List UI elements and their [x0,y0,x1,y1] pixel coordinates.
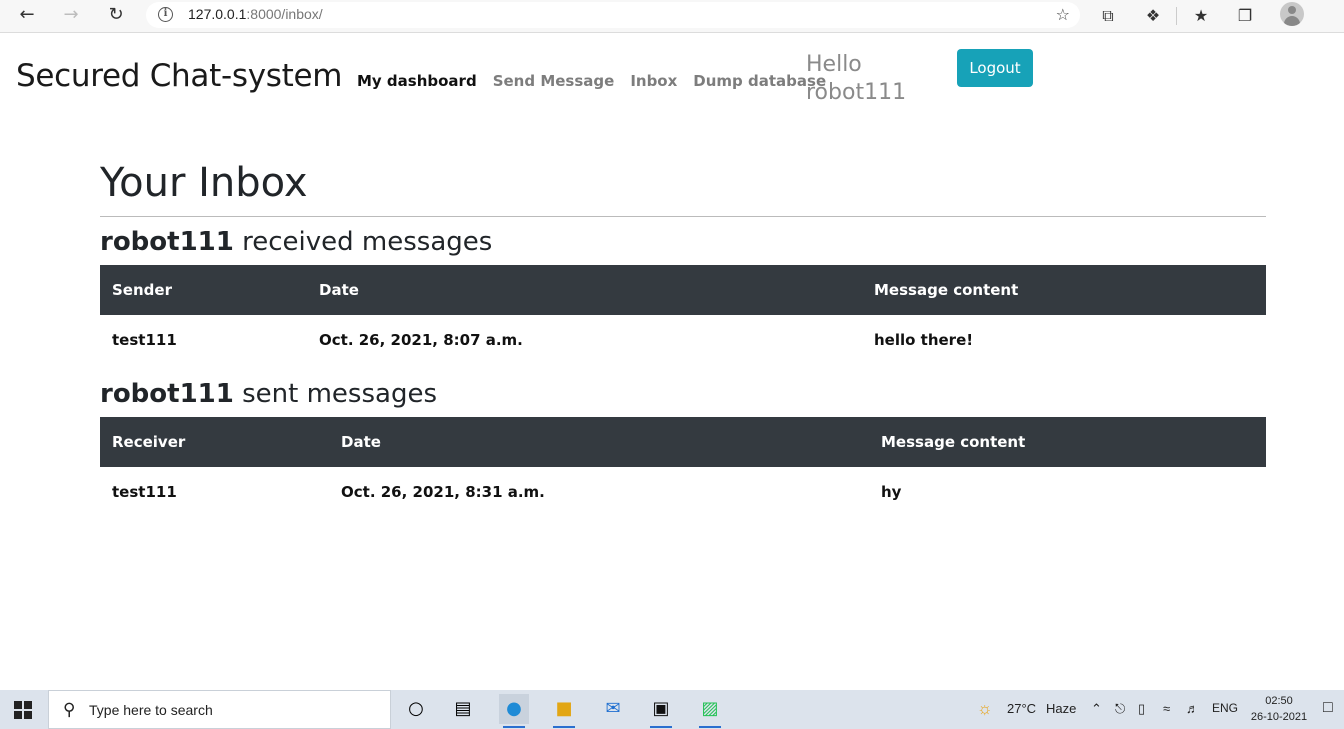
brand-title[interactable]: Secured Chat-system [16,58,342,94]
wifi-icon[interactable]: ≈ [1163,701,1170,716]
nav-link-dashboard[interactable]: My dashboard [357,72,477,90]
taskbar-clock[interactable]: 02:50 26-10-2021 [1248,693,1310,725]
user-greeting: Hello robot111 [806,51,906,107]
table-row: test111 Oct. 26, 2021, 8:07 a.m. hello t… [100,315,1266,365]
nav-link-inbox[interactable]: Inbox [630,72,677,90]
collections-icon[interactable]: ⧉ [1097,5,1119,27]
table-header-row: Sender Date Message content [100,265,1266,315]
nav-link-send-message[interactable]: Send Message [493,72,615,90]
search-placeholder: Type here to search [89,702,213,718]
back-arrow-icon[interactable]: ← [14,4,40,26]
extensions-icon[interactable]: ❖ [1142,5,1164,27]
profile-avatar[interactable] [1280,2,1304,26]
main-nav: My dashboard Send Message Inbox Dump dat… [357,72,842,90]
browser-toolbar: ← → ↻ i 127.0.0.1:8000/inbox/ ☆ ⧉ ❖ ★ ❐ [0,0,1344,33]
cell-date: Oct. 26, 2021, 8:31 a.m. [341,483,545,501]
cell-message: hello there! [874,331,974,349]
column-header-message: Message content [874,281,1019,299]
cell-date: Oct. 26, 2021, 8:07 a.m. [319,331,523,349]
table-header-row: Receiver Date Message content [100,417,1266,467]
windows-taskbar: ⚲ Type here to search ○ ▤ ● ■ ✉ ▣ ▨ ☼ 27… [0,690,1344,729]
address-bar[interactable]: i 127.0.0.1:8000/inbox/ ☆ [146,2,1080,28]
notification-icon[interactable]: □ [1323,699,1333,717]
clock-date: 26-10-2021 [1250,711,1308,723]
toolbar-divider [1176,7,1177,25]
url-host: 127.0.0.1 [188,6,247,22]
url-path: :8000/inbox/ [246,6,323,22]
taskbar-search-box[interactable]: ⚲ Type here to search [48,690,391,729]
site-info-icon[interactable]: i [158,7,173,22]
cell-message: hy [881,483,902,501]
file-explorer-icon[interactable]: ■ [549,694,579,728]
received-messages-table: Sender Date Message content test111 Oct.… [100,265,1266,365]
logout-button[interactable]: Logout [957,49,1033,87]
clock-time: 02:50 [1265,695,1293,707]
meet-now-icon[interactable]: ⎋ [1115,701,1125,717]
language-indicator[interactable]: ENG [1212,701,1238,715]
greeting-username: robot111 [806,80,907,105]
weather-desc[interactable]: Haze [1046,701,1076,716]
column-header-date: Date [319,281,359,299]
weather-icon[interactable]: ☼ [977,699,993,719]
sent-heading-user: robot111 [100,379,234,409]
cortana-icon[interactable]: ○ [401,694,431,724]
add-favorite-icon[interactable]: ☆ [1056,5,1070,24]
received-heading-user: robot111 [100,227,234,257]
inbox-content: Your Inbox robot111 received messages Se… [100,160,1266,517]
speaker-icon[interactable]: ♬ [1186,701,1199,716]
cell-receiver: test111 [112,483,177,501]
received-heading-text: received messages [233,227,493,257]
received-heading: robot111 received messages [100,227,1266,257]
column-header-sender: Sender [112,281,172,299]
task-view-icon[interactable]: ▤ [448,694,478,724]
cell-sender: test111 [112,331,177,349]
windows-start-icon[interactable] [14,701,32,719]
sent-heading: robot111 sent messages [100,379,1266,409]
page-title: Your Inbox [100,160,308,206]
url-text: 127.0.0.1:8000/inbox/ [188,6,323,22]
terminal-icon[interactable]: ▣ [646,694,676,728]
weather-temp[interactable]: 27°C [1007,701,1036,716]
mail-icon[interactable]: ✉ [598,694,628,724]
refresh-icon[interactable]: ↻ [103,4,129,26]
sent-heading-text: sent messages [233,379,437,409]
column-header-message: Message content [881,433,1026,451]
forward-arrow-icon[interactable]: → [58,4,84,26]
chevron-up-icon[interactable]: ⌃ [1091,701,1102,717]
column-header-receiver: Receiver [112,433,186,451]
table-row: test111 Oct. 26, 2021, 8:31 a.m. hy [100,467,1266,517]
greeting-hello: Hello [806,52,862,77]
column-header-date: Date [341,433,381,451]
title-divider [100,216,1266,217]
search-icon: ⚲ [63,700,76,720]
battery-icon[interactable]: ▯ [1138,701,1145,717]
pycharm-icon[interactable]: ▨ [695,694,725,728]
tab-collections-icon[interactable]: ❐ [1234,5,1256,27]
edge-browser-icon[interactable]: ● [499,694,529,728]
sent-messages-table: Receiver Date Message content test111 Oc… [100,417,1266,517]
favorites-icon[interactable]: ★ [1190,5,1212,27]
